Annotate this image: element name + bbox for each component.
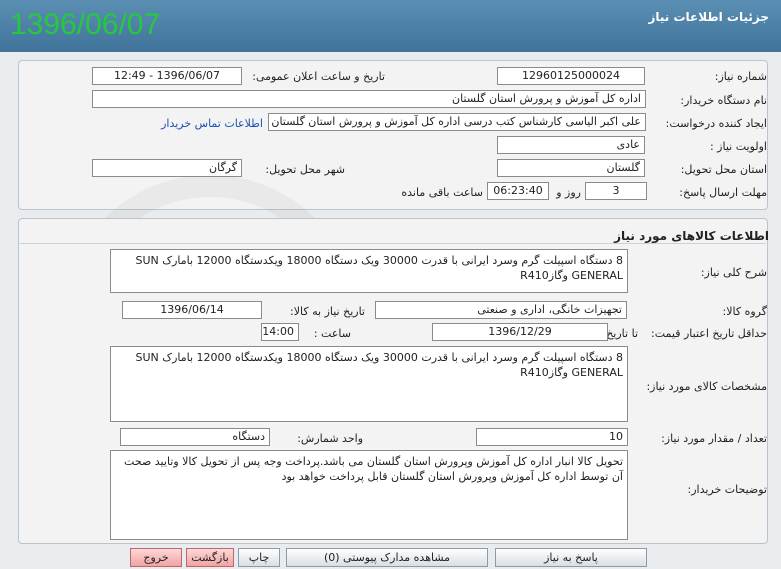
summary-field: 8 دستگاه اسپیلت گرم وسرد ایرانی با قدرت … bbox=[110, 249, 628, 293]
unit-field: دستگاه bbox=[120, 428, 270, 446]
reply-button[interactable]: پاسخ به نیاز bbox=[495, 548, 647, 567]
deadline-label: مهلت ارسال پاسخ: bbox=[679, 186, 767, 199]
specs-label: مشخصات کالای مورد نیاز: bbox=[646, 380, 767, 393]
priority-label: اولویت نیاز : bbox=[709, 140, 767, 153]
need-date-label: تاریخ نیاز به کالا: bbox=[290, 305, 365, 318]
contact-buyer-link[interactable]: اطلاعات تماس خریدار bbox=[161, 117, 263, 130]
announce-field: 1396/06/07 - 12:49 bbox=[92, 67, 242, 85]
group-label: گروه کالا: bbox=[722, 305, 767, 318]
province-label: استان محل تحویل: bbox=[680, 163, 767, 176]
deadline-days-field: 3 bbox=[585, 182, 647, 200]
notes-field: تحویل کالا انبار اداره کل آموزش وپرورش ا… bbox=[110, 450, 628, 540]
section-divider bbox=[20, 243, 766, 244]
qty-field: 10 bbox=[476, 428, 628, 446]
deadline-time-field: 06:23:40 bbox=[487, 182, 549, 200]
summary-label: شرح کلی نیاز: bbox=[700, 266, 767, 279]
notes-label: توضیحات خریدار: bbox=[687, 483, 768, 496]
goods-section-title: اطلاعات کالاهای مورد نیاز bbox=[614, 229, 769, 243]
unit-label: واحد شمارش: bbox=[297, 432, 363, 445]
specs-field: 8 دستگاه اسپیلت گرم وسرد ایرانی با قدرت … bbox=[110, 346, 628, 422]
creator-field: علی اکبر الیاسی کارشناس کتب درسی اداره ک… bbox=[268, 113, 646, 131]
big-date: 1396/06/07 bbox=[10, 8, 161, 41]
creator-label: ایجاد کننده درخواست: bbox=[665, 117, 767, 130]
province-field: گلستان bbox=[497, 159, 645, 177]
qty-label: تعداد / مقدار مورد نیاز: bbox=[661, 432, 767, 445]
buyer-field: اداره کل آموزش و پرورش استان گلستان bbox=[92, 90, 646, 108]
group-field: تجهیزات خانگی، اداری و صنعتی bbox=[375, 301, 627, 319]
days-word: روز و bbox=[556, 186, 581, 199]
announce-label: تاریخ و ساعت اعلان عمومی: bbox=[252, 70, 385, 83]
need-number-label: شماره نیاز: bbox=[714, 70, 767, 83]
hour-label: ساعت : bbox=[313, 327, 351, 340]
validity-date-field: 1396/12/29 bbox=[432, 323, 608, 341]
remaining-label: ساعت باقی مانده bbox=[401, 186, 483, 199]
priority-field: عادی bbox=[497, 136, 645, 154]
need-date-field: 1396/06/14 bbox=[122, 301, 262, 319]
page-title: جزئیات اطلاعات نیاز bbox=[648, 10, 769, 24]
need-number-field: 12960125000024 bbox=[497, 67, 645, 85]
back-button[interactable]: بازگشت bbox=[186, 548, 234, 567]
validity-label: حداقل تاریخ اعتبار قیمت: bbox=[651, 327, 767, 340]
city-field: گرگان bbox=[92, 159, 242, 177]
exit-button[interactable]: خروج bbox=[130, 548, 182, 567]
header-bar: 1396/06/07 جزئیات اطلاعات نیاز bbox=[0, 0, 781, 52]
print-button[interactable]: چاپ bbox=[238, 548, 280, 567]
validity-time-field: 14:00 bbox=[261, 323, 299, 341]
buyer-label: نام دستگاه خریدار: bbox=[680, 94, 767, 107]
attachments-button[interactable]: مشاهده مدارک پیوستی (0) bbox=[286, 548, 488, 567]
city-label: شهر محل تحویل: bbox=[265, 163, 345, 176]
